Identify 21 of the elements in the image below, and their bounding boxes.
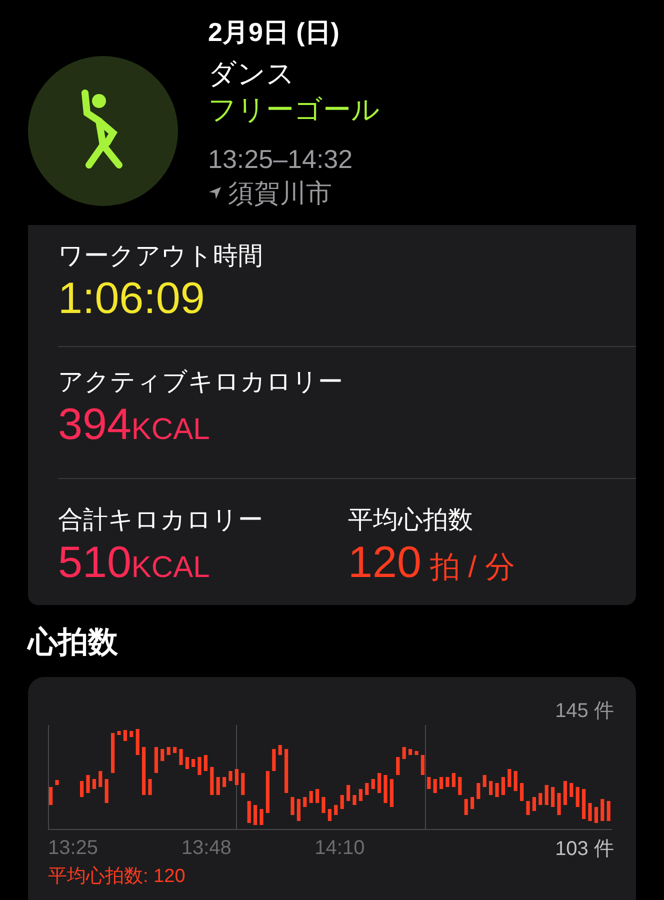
stat-value: 510KCAL [58, 537, 211, 589]
location-arrow-icon [208, 186, 222, 200]
activity-name: ダンス [208, 57, 296, 91]
stat-label: ワークアウト時間 [58, 241, 264, 272]
stat-value: 394KCAL [58, 399, 211, 451]
stat-value: 120 拍 / 分 [348, 537, 516, 589]
stat-label: アクティブキロカロリー [58, 367, 344, 398]
section-title: 心拍数 [26, 625, 119, 661]
stat-label: 平均心拍数 [348, 505, 474, 536]
time-label: 14:10 [314, 836, 366, 860]
stat-value: 1:06:09 [58, 273, 206, 325]
average-heart-rate: 平均心拍数: 120 [48, 865, 186, 889]
workout-date: 2月9日 (日) [208, 16, 340, 49]
location-name: 須賀川市 [228, 177, 332, 210]
goal-type: フリーゴール [208, 93, 380, 127]
stat-label: 合計キロカロリー [58, 505, 264, 536]
time-label: 13:25 [48, 836, 100, 860]
time-label: 13:48 [181, 836, 232, 860]
max-value-label: 145 件 [555, 700, 614, 722]
time-range: 13:25–14:32 [208, 143, 354, 176]
min-value-label: 103 件 [555, 836, 614, 862]
